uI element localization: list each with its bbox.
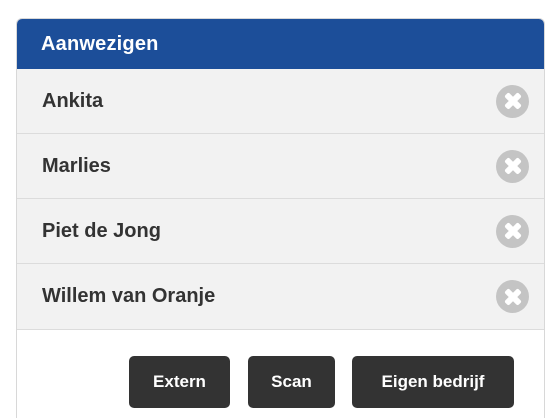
close-circle-icon[interactable] (496, 84, 529, 118)
panel-header: Aanwezigen (17, 19, 544, 69)
close-circle-icon[interactable] (496, 149, 529, 183)
attendee-name: Marlies (42, 154, 111, 177)
list-item: Willem van Oranje (17, 264, 544, 330)
panel-title: Aanwezigen (41, 32, 159, 55)
action-bar: Extern Scan Eigen bedrijf (17, 330, 544, 418)
scan-button[interactable]: Scan (248, 356, 335, 408)
attendee-name: Ankita (42, 89, 104, 112)
close-circle-icon[interactable] (496, 280, 529, 313)
extern-button[interactable]: Extern (129, 356, 230, 408)
list-item: Piet de Jong (17, 199, 544, 264)
attendee-name: Willem van Oranje (42, 285, 216, 307)
list-item: Ankita (17, 69, 544, 134)
attendees-panel: Aanwezigen Ankita Marlies Piet de Jong W… (16, 18, 545, 418)
eigen-bedrijf-button[interactable]: Eigen bedrijf (352, 356, 514, 408)
attendee-list: Ankita Marlies Piet de Jong Willem van O… (17, 69, 544, 330)
attendee-name: Piet de Jong (42, 219, 161, 242)
close-circle-icon[interactable] (496, 214, 529, 248)
list-item: Marlies (17, 134, 544, 199)
